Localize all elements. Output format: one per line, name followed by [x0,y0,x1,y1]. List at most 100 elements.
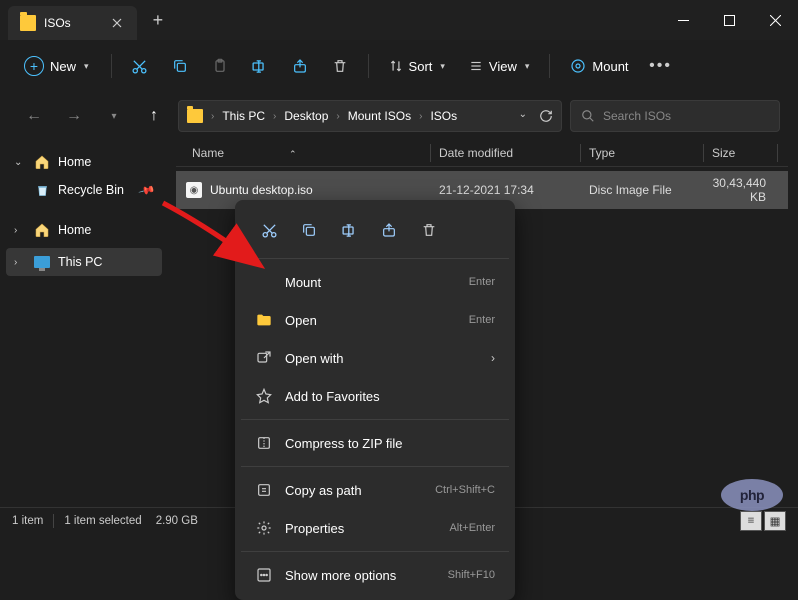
new-label: New [50,59,76,74]
more-icon [255,566,273,584]
column-headers: Name⌃ Date modified Type Size [176,140,788,167]
monitor-icon [34,254,50,270]
chevron-right-icon: › [419,111,422,122]
window-controls [660,0,798,40]
delete-icon[interactable] [322,48,358,84]
disc-icon [570,58,586,74]
separator [111,54,112,78]
chevron-right-icon: › [273,111,276,122]
folder-icon [20,15,36,31]
view-mode-switcher: ≡ ▦ [740,511,786,531]
recent-locations-button[interactable]: ▾ [98,100,130,132]
context-item-favorites[interactable]: Add to Favorites [241,377,509,415]
breadcrumb-item[interactable]: Mount ISOs [344,107,415,125]
sort-button[interactable]: Sort ▾ [379,53,455,80]
context-item-copypath[interactable]: Copy as path Ctrl+Shift+C [241,471,509,509]
copy-icon[interactable] [293,214,325,246]
sidebar-label: This PC [58,255,102,269]
search-input[interactable]: Search ISOs [570,100,780,132]
collapse-icon[interactable]: ⌄ [14,157,26,168]
large-icons-view-icon[interactable]: ▦ [764,511,786,531]
breadcrumb-item[interactable]: This PC [218,107,269,125]
watermark: php [721,479,783,511]
close-tab-icon[interactable] [109,15,125,31]
new-button[interactable]: + New ▾ [12,50,101,82]
separator [241,466,509,467]
sidebar-item-home[interactable]: ⌄ Home [6,148,162,176]
breadcrumb[interactable]: › This PC › Desktop › Mount ISOs › ISOs … [178,100,562,132]
separator [241,551,509,552]
separator [368,54,369,78]
status-size: 2.90 GB [156,515,198,527]
context-item-properties[interactable]: Properties Alt+Enter [241,509,509,547]
pin-icon[interactable]: 📌 [138,181,156,199]
sidebar-item-thispc[interactable]: › This PC [6,248,162,276]
share-icon[interactable] [282,48,318,84]
window-tab[interactable]: ISOs [8,6,137,40]
mount-button[interactable]: Mount [560,52,638,80]
file-size: 30,43,440 KB [704,176,778,204]
forward-button[interactable]: → [58,100,90,132]
title-bar: ISOs + [0,0,798,40]
rename-icon[interactable] [333,214,365,246]
context-item-open[interactable]: Open Enter [241,301,509,339]
expand-icon[interactable]: › [14,257,26,268]
minimize-button[interactable] [660,0,706,40]
home-icon [34,222,50,238]
cut-icon[interactable] [122,48,158,84]
close-button[interactable] [752,0,798,40]
file-date: 21-12-2021 17:34 [431,183,581,197]
search-icon [581,109,595,123]
paste-icon[interactable] [202,48,238,84]
plus-circle-icon: + [24,56,44,76]
open-with-icon [255,349,273,367]
sidebar-label: Home [58,155,91,169]
list-icon [469,59,483,73]
context-item-mount[interactable]: Mount Enter [241,263,509,301]
context-item-compress[interactable]: Compress to ZIP file [241,424,509,462]
star-icon [255,387,273,405]
breadcrumb-item[interactable]: Desktop [280,107,332,125]
blank-icon [255,273,273,291]
recycle-bin-icon [34,182,50,198]
sidebar-label: Home [58,223,91,237]
chevron-down-icon[interactable]: ⌄ [519,109,527,123]
sidebar-label: Recycle Bin [58,183,124,197]
toolbar: + New ▾ Sort ▾ View ▾ Mount ••• [0,40,798,92]
refresh-icon[interactable] [539,109,553,123]
more-button[interactable]: ••• [643,48,679,84]
view-button[interactable]: View ▾ [459,53,539,80]
delete-icon[interactable] [413,214,445,246]
column-type[interactable]: Type [581,146,704,160]
column-size[interactable]: Size [704,146,778,160]
details-view-icon[interactable]: ≡ [740,511,762,531]
new-tab-button[interactable]: + [153,10,164,31]
rename-icon[interactable] [242,48,278,84]
breadcrumb-item[interactable]: ISOs [426,107,461,125]
chevron-down-icon: ▾ [525,61,530,72]
up-button[interactable]: ↑ [138,100,170,132]
chevron-down-icon: ▾ [440,61,445,72]
folder-icon [187,109,203,123]
share-icon[interactable] [373,214,405,246]
context-item-openwith[interactable]: Open with › [241,339,509,377]
sort-icon [389,59,403,73]
disc-image-icon: ◉ [186,182,202,198]
separator [53,514,54,528]
chevron-right-icon: › [491,351,495,365]
context-menu: Mount Enter Open Enter Open with › Add t… [235,200,515,600]
column-date[interactable]: Date modified [431,146,581,160]
status-selection: 1 item selected [64,515,141,527]
file-name: Ubuntu desktop.iso [210,183,313,197]
folder-icon [255,311,273,329]
cut-icon[interactable] [253,214,285,246]
sidebar-item-recyclebin[interactable]: Recycle Bin 📌 [6,176,162,204]
maximize-button[interactable] [706,0,752,40]
copy-icon[interactable] [162,48,198,84]
context-item-showmore[interactable]: Show more options Shift+F10 [241,556,509,594]
column-name[interactable]: Name⌃ [186,146,431,160]
sidebar-item-home2[interactable]: › Home [6,216,162,244]
chevron-right-icon: › [211,111,214,122]
expand-icon[interactable]: › [14,225,26,236]
back-button[interactable]: ← [18,100,50,132]
